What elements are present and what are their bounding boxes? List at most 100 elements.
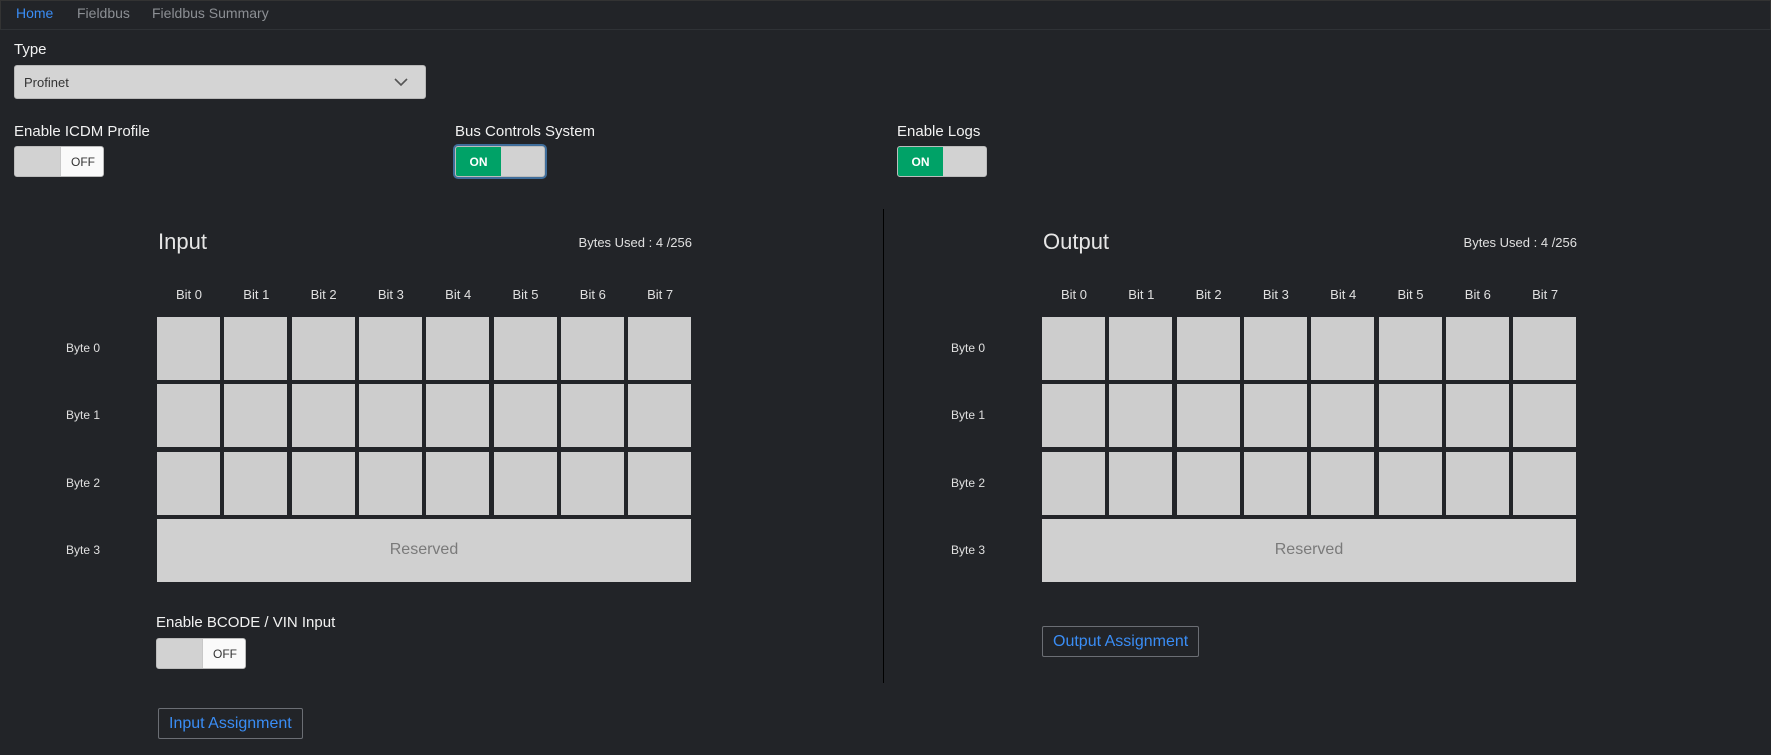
- output-bit-cell[interactable]: [1513, 452, 1576, 515]
- input-byte-label: Byte 1: [66, 408, 101, 423]
- input-bit-cell[interactable]: [628, 317, 691, 380]
- output-bit-cell[interactable]: [1379, 317, 1442, 380]
- output-bit-cell[interactable]: [1513, 384, 1576, 447]
- toggle-handle: [943, 147, 986, 176]
- tab-home[interactable]: Home: [16, 5, 53, 21]
- logs-label: Enable Logs: [897, 123, 981, 140]
- toggle-state: OFF: [202, 639, 245, 668]
- output-bit-cell[interactable]: [1109, 317, 1172, 380]
- output-bit-header: Bit 0: [1060, 287, 1087, 302]
- input-bit-cell[interactable]: [494, 317, 557, 380]
- bcode-toggle[interactable]: OFF: [156, 638, 246, 669]
- input-bit-cell[interactable]: [224, 317, 287, 380]
- input-bit-cell[interactable]: [628, 384, 691, 447]
- input-bit-cell[interactable]: [494, 452, 557, 515]
- output-bytes-used: Bytes Used : 4 /256: [1463, 235, 1577, 250]
- output-bit-cell[interactable]: [1042, 317, 1105, 380]
- input-bit-cell[interactable]: [224, 452, 287, 515]
- toggle-state: ON: [456, 147, 501, 176]
- type-select[interactable]: Profinet: [14, 65, 426, 99]
- input-bit-cell[interactable]: [157, 452, 220, 515]
- input-bit-cell[interactable]: [426, 384, 489, 447]
- output-bit-cell[interactable]: [1042, 384, 1105, 447]
- output-bit-cell[interactable]: [1109, 384, 1172, 447]
- output-bit-header: Bit 5: [1397, 287, 1424, 302]
- section-divider: [883, 209, 884, 683]
- output-bit-header: Bit 7: [1532, 287, 1559, 302]
- output-bit-cell[interactable]: [1244, 317, 1307, 380]
- output-bit-cell[interactable]: [1311, 452, 1374, 515]
- type-select-value: Profinet: [24, 75, 69, 90]
- bcode-label: Enable BCODE / VIN Input: [156, 614, 336, 631]
- output-bit-header: Bit 6: [1464, 287, 1491, 302]
- input-bit-cell[interactable]: [292, 384, 355, 447]
- output-reserved-block: Reserved: [1042, 518, 1576, 582]
- input-bit-header: Bit 2: [310, 287, 337, 302]
- input-bit-cell[interactable]: [224, 384, 287, 447]
- input-bit-cell[interactable]: [292, 317, 355, 380]
- output-bit-cell[interactable]: [1177, 384, 1240, 447]
- output-bit-cell[interactable]: [1513, 317, 1576, 380]
- input-bit-cell[interactable]: [426, 317, 489, 380]
- input-title: Input: [158, 229, 207, 254]
- output-byte-label: Byte 1: [951, 408, 986, 423]
- input-bit-cell[interactable]: [561, 317, 624, 380]
- input-bytes-used: Bytes Used : 4 /256: [578, 235, 692, 250]
- input-assignment-button[interactable]: Input Assignment: [158, 708, 303, 739]
- output-bit-cell[interactable]: [1244, 452, 1307, 515]
- input-byte-label: Byte 0: [66, 341, 101, 355]
- input-bit-cell[interactable]: [359, 452, 422, 515]
- input-bit-cell[interactable]: [157, 384, 220, 447]
- input-bit-cell[interactable]: [359, 384, 422, 447]
- bus-controls-label: Bus Controls System: [455, 123, 596, 140]
- output-bit-cell[interactable]: [1446, 317, 1509, 380]
- input-bit-cell[interactable]: [561, 384, 624, 447]
- toggle-handle: [15, 147, 60, 176]
- output-bit-cell[interactable]: [1177, 452, 1240, 515]
- toggle-handle: [157, 639, 202, 668]
- input-bit-cell[interactable]: [292, 452, 355, 515]
- toggle-state: OFF: [60, 147, 103, 176]
- input-bit-cell[interactable]: [628, 452, 691, 515]
- logs-toggle[interactable]: ON: [897, 146, 987, 177]
- output-title: Output: [1043, 229, 1110, 254]
- tab-fieldbus-summary[interactable]: Fieldbus Summary: [152, 5, 269, 21]
- input-bit-cell[interactable]: [426, 452, 489, 515]
- output-bit-cell[interactable]: [1379, 452, 1442, 515]
- bus-controls-toggle[interactable]: ON: [455, 146, 545, 177]
- toggle-state: ON: [898, 147, 943, 176]
- input-bit-header: Bit 3: [377, 287, 404, 302]
- chevron-down-icon: [394, 78, 408, 87]
- toggle-handle: [501, 147, 544, 176]
- input-byte-label: Byte 2: [66, 475, 101, 490]
- fieldbus-page: Home Fieldbus Fieldbus Summary Type Prof…: [0, 0, 1771, 755]
- input-reserved-block: Reserved: [157, 518, 691, 582]
- icdm-label: Enable ICDM Profile: [14, 123, 150, 140]
- output-bit-cell[interactable]: [1311, 384, 1374, 447]
- top-nav: Home Fieldbus Fieldbus Summary: [0, 0, 1771, 30]
- type-label: Type: [14, 41, 47, 58]
- output-bit-cell[interactable]: [1109, 452, 1172, 515]
- input-bit-cell[interactable]: [359, 317, 422, 380]
- output-bit-header: Bit 1: [1128, 287, 1155, 302]
- output-bit-cell[interactable]: [1244, 384, 1307, 447]
- input-bit-cell[interactable]: [157, 317, 220, 380]
- output-bit-cell[interactable]: [1379, 384, 1442, 447]
- output-byte-label: Byte 2: [951, 475, 986, 490]
- output-assignment-button[interactable]: Output Assignment: [1042, 626, 1200, 657]
- output-bit-cell[interactable]: [1446, 452, 1509, 515]
- tab-fieldbus[interactable]: Fieldbus: [77, 5, 130, 21]
- icdm-toggle[interactable]: OFF: [14, 146, 104, 177]
- output-bit-cell[interactable]: [1177, 317, 1240, 380]
- output-bit-cell[interactable]: [1042, 452, 1105, 515]
- input-bit-header: Bit 6: [579, 287, 606, 302]
- output-bit-cell[interactable]: [1311, 317, 1374, 380]
- output-bit-cell[interactable]: [1446, 384, 1509, 447]
- input-bit-cell[interactable]: [561, 452, 624, 515]
- input-byte-label: Byte 3: [66, 542, 101, 557]
- input-bit-header: Bit 7: [647, 287, 674, 302]
- input-bit-cell[interactable]: [494, 384, 557, 447]
- output-bit-header: Bit 4: [1330, 287, 1357, 302]
- output-bit-header: Bit 2: [1195, 287, 1222, 302]
- input-bit-header: Bit 5: [512, 287, 539, 302]
